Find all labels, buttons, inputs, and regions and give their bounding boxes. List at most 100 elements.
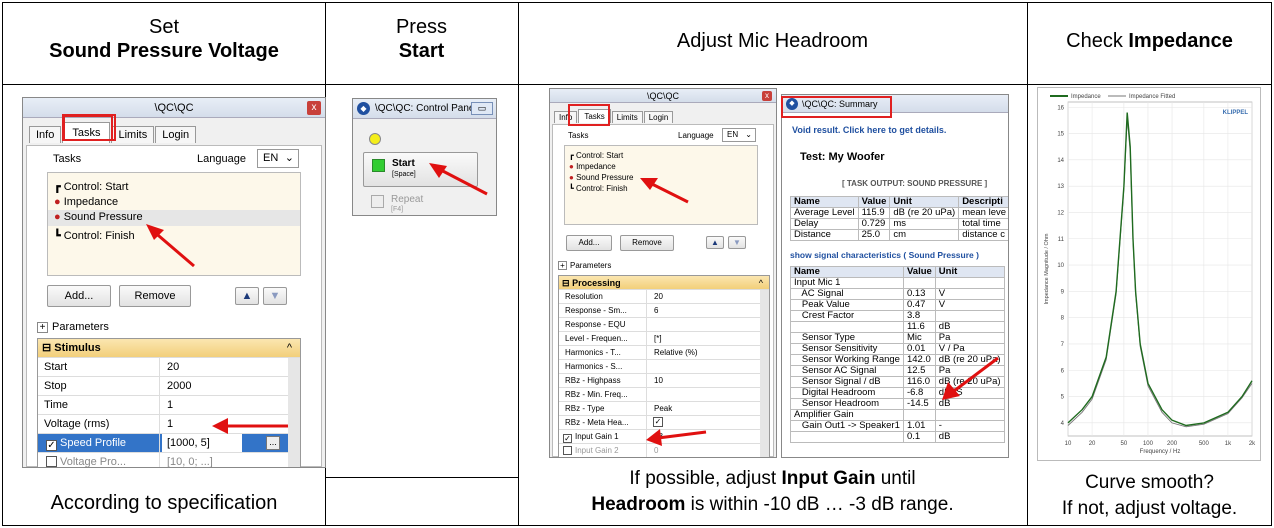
tab-limits[interactable]: Limits <box>611 111 643 123</box>
list-item[interactable]: ● Impedance <box>569 162 616 171</box>
param-value: Relative (%) <box>654 348 698 357</box>
scroll-up-icon[interactable]: ^ <box>759 276 763 290</box>
param-key-label: Resolution <box>565 292 603 301</box>
y-tick-label: 5 <box>1061 395 1065 401</box>
language-select[interactable]: EN ⌄ <box>257 149 299 168</box>
task-item-label: Control: Start <box>576 151 624 160</box>
remove-button[interactable]: Remove <box>620 235 674 251</box>
table-row[interactable]: Response - EQU <box>559 318 769 332</box>
language-value: EN <box>263 152 279 164</box>
language-label: Language <box>678 131 714 140</box>
window-title: \QC\QC <box>154 102 194 114</box>
param-key: Input Gain 2 <box>559 444 647 457</box>
table-row[interactable]: Level - Frequen... [*] <box>559 332 769 346</box>
header-col1-line2: Sound Pressure Voltage <box>49 40 279 62</box>
footer-col4: Curve smooth? If not, adjust voltage. <box>1027 470 1272 522</box>
cell: Peak Value <box>790 299 904 311</box>
chart-svg: 10 20 50 100 200 500 1k 2k 4 5 6 7 8 9 10 11 12 13 14 15 16 F… <box>1044 94 1256 455</box>
param-key-label: RBz - Type <box>565 404 605 413</box>
close-icon[interactable]: x <box>762 91 772 101</box>
list-item[interactable]: ● Sound Pressure <box>569 173 633 182</box>
cell: dB <box>934 431 1005 443</box>
param-key: Harmonics - S... <box>559 360 647 374</box>
impedance-chart: 10 20 50 100 200 500 1k 2k 4 5 6 7 8 9 10 11 12 13 14 15 16 F… <box>1037 87 1261 461</box>
void-result-link[interactable]: Void result. Click here to get details. <box>792 125 946 135</box>
param-key: Level - Frequen... <box>559 332 647 346</box>
y-tick-label: 15 <box>1057 132 1064 138</box>
param-value: 6 <box>654 306 659 315</box>
scroll-up-icon[interactable]: ^ <box>287 339 292 357</box>
list-item[interactable]: ● Impedance <box>54 196 118 208</box>
parameters-toggle[interactable]: + Parameters <box>37 321 109 333</box>
param-key: Response - EQU <box>559 318 647 332</box>
add-button[interactable]: Add... <box>566 235 612 251</box>
collapse-icon[interactable]: ⊟ <box>38 342 51 354</box>
list-item[interactable]: ┏ Control: Start <box>54 180 129 193</box>
add-button[interactable]: Add... <box>47 285 111 307</box>
tab-login[interactable]: Login <box>643 111 674 123</box>
tab-info[interactable]: Info <box>29 126 62 143</box>
y-tick-label: 9 <box>1061 289 1065 295</box>
y-tick-label: 13 <box>1057 184 1064 190</box>
table-row[interactable]: Resolution 20 <box>559 290 769 304</box>
legend-label: Impedance Fitted <box>1129 94 1175 100</box>
arrow-down-icon[interactable]: ▼ <box>263 287 287 305</box>
collapse-icon[interactable]: ⊟ <box>559 278 570 288</box>
param-key-label: Input Gain 1 <box>575 432 619 441</box>
y-tick-label: 4 <box>1061 421 1065 427</box>
language-select[interactable]: EN ⌄ <box>722 128 756 142</box>
column-header: Unit <box>889 196 960 208</box>
param-value: 20 <box>167 361 180 373</box>
table-row[interactable]: Start 20 <box>38 358 300 377</box>
x-tick-label: 100 <box>1143 441 1154 447</box>
param-key-label: RBz - Min. Freq... <box>565 390 628 399</box>
arrow-up-icon[interactable]: ▲ <box>706 236 724 249</box>
param-key: ✓ Speed Profile <box>38 434 160 453</box>
qc-window-small-titlebar: \QC\QC x <box>550 89 776 103</box>
param-group-label: Processing <box>572 278 621 288</box>
param-key-label: Level - Frequen... <box>565 334 628 343</box>
x-tick-label: 20 <box>1089 441 1096 447</box>
scrollbar[interactable] <box>760 290 769 457</box>
table-row[interactable]: RBz - Type Peak <box>559 402 769 416</box>
param-group-label: Stimulus <box>54 342 101 354</box>
checkbox-icon[interactable] <box>46 456 57 467</box>
task-item-label: Control: Start <box>63 181 129 193</box>
signal-characteristics-link[interactable]: show signal characteristics ( Sound Pres… <box>790 250 979 260</box>
table-row[interactable]: Response - Sm... 6 <box>559 304 769 318</box>
arrow-down-icon[interactable]: ▼ <box>728 236 746 249</box>
column-header: Value <box>857 196 891 208</box>
remove-button[interactable]: Remove <box>119 285 191 307</box>
parameters-toggle[interactable]: + Parameters <box>558 261 611 270</box>
parameters-label: Parameters <box>570 261 612 270</box>
table-row[interactable]: Harmonics - T... Relative (%) <box>559 346 769 360</box>
table-row: Sensor Type Mic Pa <box>790 332 1005 344</box>
list-item[interactable]: ┗ Control: Finish <box>569 184 628 193</box>
param-key-label: Harmonics - S... <box>565 362 623 371</box>
tab-limits[interactable]: Limits <box>111 126 155 143</box>
table-row: Delay 0.729 ms total time <box>790 218 1008 230</box>
language-value: EN <box>727 130 739 139</box>
minimize-icon[interactable]: ▭ <box>471 102 493 115</box>
arrow-up-icon[interactable]: ▲ <box>235 287 259 305</box>
table-row[interactable]: Stop 2000 <box>38 377 300 396</box>
close-icon[interactable]: x <box>307 101 321 115</box>
checkbox-icon[interactable]: ✓ <box>563 434 572 443</box>
table-row[interactable]: RBz - Highpass 10 <box>559 374 769 388</box>
list-item[interactable]: ┗ Control: Finish <box>54 229 135 242</box>
footer-col3-pre1: If possible, adjust <box>629 468 782 489</box>
list-item[interactable]: ┏ Control: Start <box>569 151 623 160</box>
x-tick-label: 10 <box>1065 441 1072 447</box>
table-row[interactable]: Harmonics - S... <box>559 360 769 374</box>
table-row[interactable]: RBz - Min. Freq... <box>559 388 769 402</box>
checkbox-icon[interactable]: ✓ <box>46 440 57 451</box>
x-tick-label: 500 <box>1199 441 1210 447</box>
param-key: Start <box>38 358 160 377</box>
footer-col3-post1: until <box>875 468 916 489</box>
param-value: 2000 <box>167 380 192 392</box>
footer-col3-bold2: Headroom <box>591 494 686 515</box>
chevron-down-icon: ⌄ <box>745 130 752 139</box>
tab-login[interactable]: Login <box>155 126 197 143</box>
table-row[interactable]: Voltage Pro... [10, 0; ...] <box>38 453 300 467</box>
checkbox-icon[interactable] <box>563 446 572 455</box>
